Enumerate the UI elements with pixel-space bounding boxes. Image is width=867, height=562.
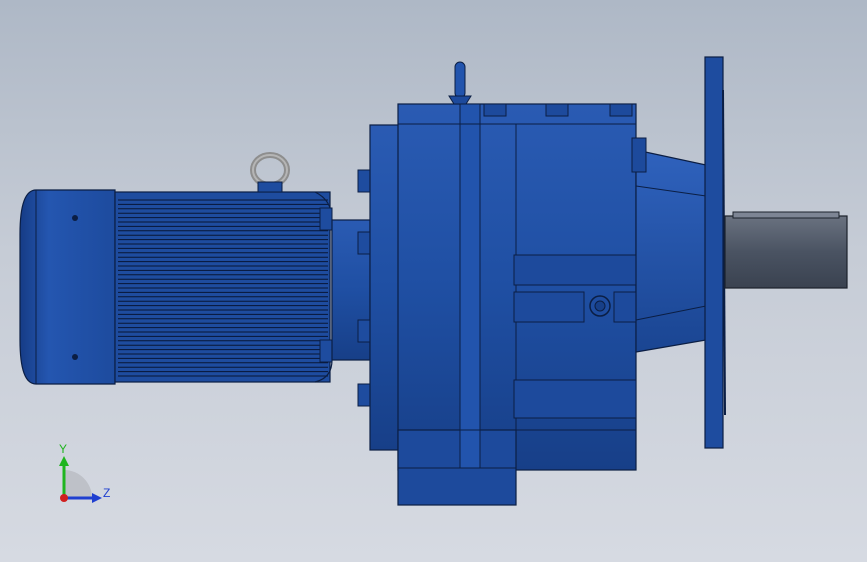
output-cone[interactable]	[631, 137, 707, 353]
motor-end-cap[interactable]	[19, 189, 116, 385]
motor-adapter[interactable]	[331, 124, 401, 451]
output-flange[interactable]	[704, 56, 726, 449]
motor-housing[interactable]	[114, 191, 333, 383]
x-axis-dot	[60, 494, 68, 502]
gear-motor-model[interactable]	[0, 0, 867, 562]
y-axis-label: Y	[59, 442, 68, 456]
output-shaft[interactable]	[724, 211, 848, 289]
gearbox-breather-plug[interactable]	[448, 61, 472, 105]
motor-lifting-eye[interactable]	[250, 152, 290, 193]
z-axis-label: Z	[103, 486, 111, 500]
gearbox-housing[interactable]	[397, 103, 637, 506]
cad-viewport[interactable]: Y Z	[0, 0, 867, 562]
